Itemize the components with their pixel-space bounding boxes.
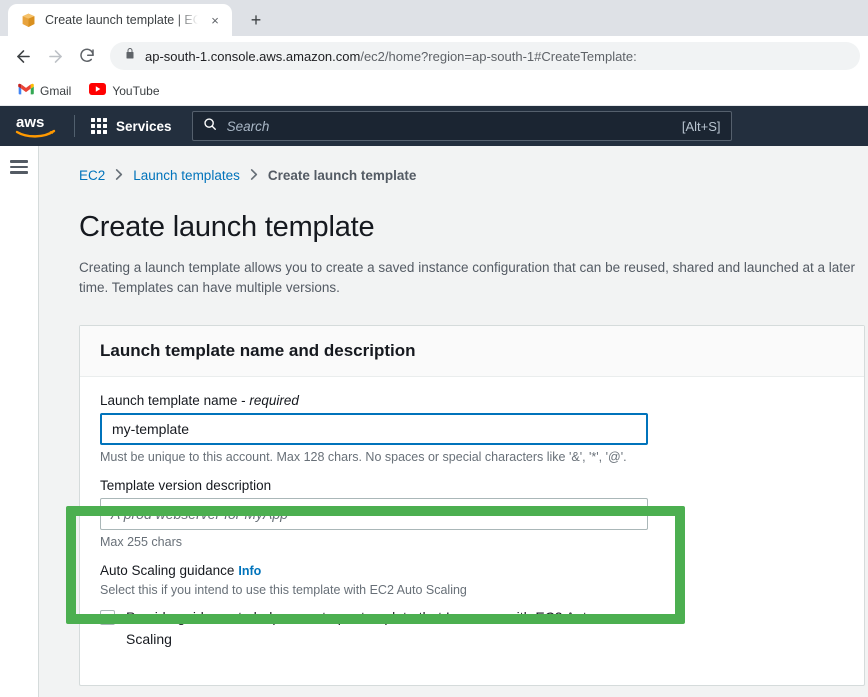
template-version-description-input[interactable]: A prod webserver for MyApp [100,498,648,530]
launch-template-name-field: Launch template name - required my-templ… [100,393,844,464]
address-bar-url: ap-south-1.console.aws.amazon.com/ec2/ho… [145,49,637,64]
main-content: EC2 Launch templates Create launch templ… [39,146,868,697]
auto-scaling-guidance-description: Select this if you intend to use this te… [100,583,844,597]
info-link[interactable]: Info [238,564,261,578]
auto-scaling-guidance-label: Auto Scaling guidanceInfo [100,563,844,578]
search-icon [203,117,217,136]
auto-scaling-guidance-checkbox[interactable] [100,610,115,625]
browser-tab-title: Create launch template | EC2 Ma [45,13,198,27]
page-title: Create launch template [79,211,868,244]
lock-icon [124,47,136,65]
services-label: Services [116,119,172,134]
card-header: Launch template name and description [80,326,864,377]
breadcrumb-item-current: Create launch template [268,168,417,183]
breadcrumb-item-launch-templates[interactable]: Launch templates [133,168,240,183]
aws-header: aws Services Search [Alt+S] [0,106,868,146]
breadcrumb: EC2 Launch templates Create launch templ… [79,168,868,183]
address-bar[interactable]: ap-south-1.console.aws.amazon.com/ec2/ho… [110,42,860,70]
launch-template-card: Launch template name and description Lau… [79,325,865,685]
browser-tab[interactable]: Create launch template | EC2 Ma × [8,4,232,36]
chevron-right-icon [250,168,258,183]
browser-toolbar: ap-south-1.console.aws.amazon.com/ec2/ho… [0,36,868,76]
launch-template-name-label: Launch template name - required [100,393,844,408]
back-icon[interactable] [8,41,38,71]
template-version-description-hint: Max 255 chars [100,535,844,549]
bookmark-label: Gmail [40,84,71,98]
bookmark-label: YouTube [112,84,159,98]
hamburger-menu-icon[interactable] [10,160,28,174]
grid-icon [91,118,107,134]
new-tab-button[interactable]: + [242,6,270,34]
browser-window: Create launch template | EC2 Ma × + ap-s… [0,0,868,697]
bookmarks-bar: Gmail YouTube [0,76,868,106]
header-divider [74,115,75,137]
card-title: Launch template name and description [100,341,844,361]
card-body: Launch template name - required my-templ… [80,377,864,684]
launch-template-name-hint: Must be unique to this account. Max 128 … [100,450,844,464]
youtube-icon [89,82,106,100]
navigation-rail [0,146,39,697]
launch-template-name-value: my-template [112,421,189,437]
template-version-description-field: Template version description A prod webs… [100,478,844,549]
auto-scaling-guidance-checkbox-label: Provide guidance to help me set up a tem… [126,607,620,650]
aws-logo[interactable]: aws [14,112,58,140]
search-shortcut-hint: [Alt+S] [682,119,721,134]
search-placeholder: Search [227,119,672,134]
console-body: EC2 Launch templates Create launch templ… [0,146,868,697]
chevron-right-icon [115,168,123,183]
gmail-icon [18,82,34,100]
page-description: Creating a launch template allows you to… [79,258,861,297]
auto-scaling-guidance-field: Auto Scaling guidanceInfo Select this if… [100,563,844,650]
search-input[interactable]: Search [Alt+S] [192,111,732,141]
forward-icon[interactable] [40,41,70,71]
bookmark-youtube[interactable]: YouTube [83,79,165,103]
template-version-description-label: Template version description [100,478,844,493]
ec2-cube-icon [20,12,37,29]
services-menu[interactable]: Services [91,118,172,134]
breadcrumb-item-ec2[interactable]: EC2 [79,168,105,183]
bookmark-gmail[interactable]: Gmail [12,79,77,103]
launch-template-name-input[interactable]: my-template [100,413,648,445]
close-icon[interactable]: × [206,11,224,29]
template-version-description-placeholder: A prod webserver for MyApp [111,506,288,522]
auto-scaling-guidance-checkbox-row[interactable]: Provide guidance to help me set up a tem… [100,607,620,650]
reload-icon[interactable] [72,41,102,71]
browser-tab-strip: Create launch template | EC2 Ma × + [0,0,868,36]
svg-text:aws: aws [16,114,44,131]
